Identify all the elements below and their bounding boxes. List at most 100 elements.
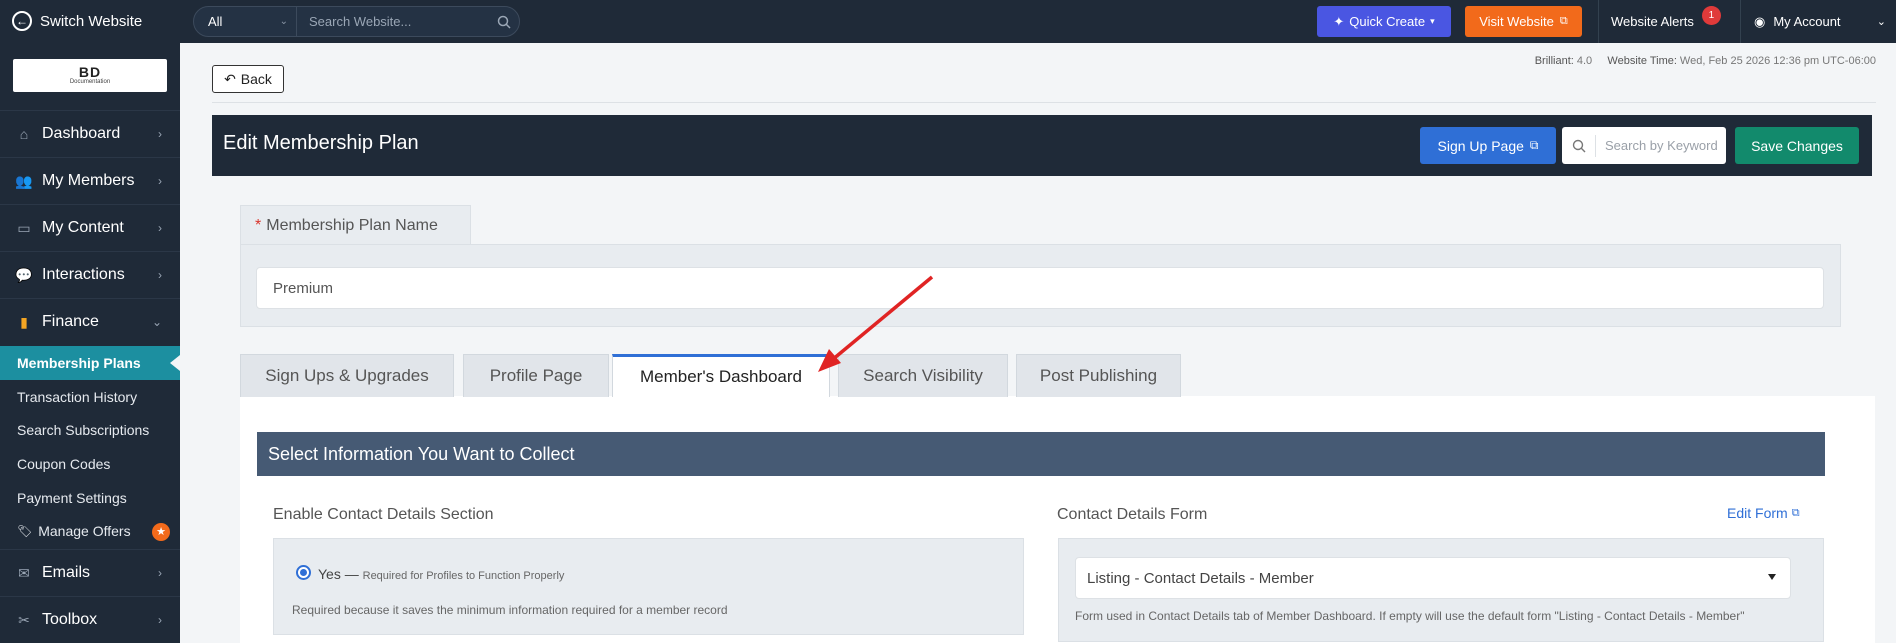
tab-members-dashboard[interactable]: Member's Dashboard — [612, 354, 830, 397]
website-alerts-label: Website Alerts — [1611, 14, 1694, 29]
sidebar-item-toolbox[interactable]: ✂ Toolbox › — [0, 596, 180, 643]
tab-profile-page[interactable]: Profile Page — [463, 354, 609, 397]
external-link-icon: ⧉ — [1559, 15, 1568, 27]
my-account-label: My Account — [1773, 14, 1841, 29]
chat-icon: 💬 — [15, 266, 33, 283]
divider — [212, 102, 1876, 103]
section-header: Select Information You Want to Collect — [257, 432, 1825, 476]
tab-search-visibility[interactable]: Search Visibility — [838, 354, 1008, 397]
switch-website-label: Switch Website — [40, 12, 143, 30]
website-alerts-button[interactable]: Website Alerts 1 — [1598, 0, 1728, 43]
form-select-value: Listing - Contact Details - Member — [1087, 569, 1314, 587]
star-icon: ★ — [152, 523, 170, 541]
logo-text: BD — [78, 64, 102, 80]
sidebar-subitem-payment-settings[interactable]: Payment Settings — [0, 481, 180, 515]
form-help-text: Form used in Contact Details tab of Memb… — [1075, 609, 1745, 623]
chevron-down-icon: ⌄ — [1876, 16, 1886, 28]
sidebar-subitem-coupon-codes[interactable]: Coupon Codes — [0, 447, 180, 481]
logo-subtext: Documentation — [69, 79, 111, 85]
sidebar-subitem-search-subscriptions[interactable]: Search Subscriptions — [0, 413, 180, 447]
sidebar-item-label: My Content — [42, 219, 124, 236]
save-changes-button[interactable]: Save Changes — [1735, 127, 1859, 164]
arrow-left-circle-icon: ← — [12, 11, 32, 31]
chevron-right-icon: › — [158, 127, 162, 141]
edit-form-link[interactable]: Edit Form ⧉ — [1727, 505, 1800, 521]
contact-details-form-select[interactable]: Listing - Contact Details - Member — [1075, 557, 1791, 599]
chevron-down-icon: ⌄ — [151, 315, 162, 329]
home-icon: ⌂ — [19, 126, 29, 142]
external-link-icon: ⧉ — [1791, 506, 1800, 519]
caret-down-icon — [1768, 574, 1776, 580]
sidebar-item-label: Finance — [42, 313, 99, 330]
sidebar-subitem-transaction-history[interactable]: Transaction History — [0, 380, 180, 414]
folder-icon: ▭ — [17, 219, 31, 236]
sidebar-subitem-membership-plans[interactable]: Membership Plans — [0, 346, 180, 380]
back-button[interactable]: ↶ Back — [212, 65, 284, 93]
chevron-right-icon: › — [158, 174, 162, 188]
external-link-icon: ⧉ — [1529, 138, 1539, 152]
search-icon[interactable] — [489, 7, 519, 36]
envelope-icon: ✉ — [18, 564, 30, 581]
tab-post-publishing[interactable]: Post Publishing — [1016, 354, 1181, 397]
sign-up-page-label: Sign Up Page — [1437, 137, 1524, 154]
contact-details-form-label: Contact Details Form — [1057, 506, 1208, 523]
search-scope-value: All — [208, 14, 223, 29]
back-label: Back — [240, 71, 272, 87]
sidebar-item-my-members[interactable]: 👥 My Members › — [0, 157, 180, 204]
visit-website-button[interactable]: Visit Website ⧉ — [1465, 6, 1582, 37]
keyword-search-input[interactable]: Search by Keyword — [1562, 127, 1726, 164]
undo-arrow-icon: ↶ — [224, 70, 236, 87]
tab-sign-ups-upgrades[interactable]: Sign Ups & Upgrades — [240, 354, 454, 397]
sidebar-item-interactions[interactable]: 💬 Interactions › — [0, 251, 180, 298]
website-search: All ⌄ Search Website... — [193, 6, 520, 37]
version-and-time: Brilliant: 4.0 Website Time: Wed, Feb 25 2… — [1535, 55, 1876, 67]
website-time-value: Wed, Feb 25 2026 12:36 pm UTC-06:00 — [1679, 55, 1876, 67]
radio-yes-note: Required for Profiles to Function Proper… — [362, 570, 565, 582]
sign-up-page-button[interactable]: Sign Up Page ⧉ — [1420, 127, 1556, 164]
website-time-label: Website Time: — [1607, 55, 1677, 67]
brilliant-value: 4.0 — [1576, 55, 1593, 67]
site-logo[interactable]: BD Documentation — [13, 59, 167, 92]
quick-create-button[interactable]: ✦ Quick Create ▾ — [1317, 6, 1451, 37]
plan-name-label-text: Membership Plan Name — [266, 216, 438, 234]
users-icon: 👥 — [15, 172, 33, 189]
sidebar-item-emails[interactable]: ✉ Emails › — [0, 549, 180, 596]
sidebar-item-label: Toolbox — [42, 611, 98, 628]
plan-name-label: * Membership Plan Name — [240, 205, 471, 245]
plan-name-input[interactable]: Premium — [256, 267, 1824, 309]
chevron-right-icon: › — [158, 221, 162, 235]
sparkle-icon: ✦ — [1333, 13, 1345, 29]
top-bar: ← Switch Website All ⌄ Search Website...… — [0, 0, 1896, 43]
page-title: Edit Membership Plan — [223, 132, 419, 154]
sidebar-item-my-content[interactable]: ▭ My Content › — [0, 204, 180, 251]
tag-icon: 🏷 — [17, 524, 33, 538]
required-marker: * — [255, 216, 262, 234]
radio-help-text: Required because it saves the minimum in… — [292, 603, 728, 617]
sidebar-subitem-label: Manage Offers — [38, 523, 131, 539]
enable-contact-details-label: Enable Contact Details Section — [273, 506, 494, 523]
user-circle-icon: ◉ — [1754, 13, 1766, 29]
search-input[interactable]: Search Website... — [297, 7, 489, 36]
sidebar-item-label: Emails — [42, 564, 91, 581]
yes-radio[interactable] — [296, 565, 311, 580]
switch-website-link[interactable]: ← Switch Website — [12, 11, 142, 31]
search-scope-select[interactable]: All ⌄ — [194, 7, 297, 36]
visit-website-label: Visit Website — [1479, 14, 1554, 29]
keyword-search-placeholder: Search by Keyword — [1605, 138, 1718, 153]
enable-contact-details-box — [273, 538, 1024, 635]
chevron-right-icon: › — [158, 566, 162, 580]
chevron-down-icon: ⌄ — [279, 16, 288, 27]
search-icon — [1562, 134, 1596, 157]
tools-icon: ✂ — [18, 611, 30, 628]
sidebar-subitem-manage-offers[interactable]: 🏷 Manage Offers ★ — [0, 514, 180, 548]
edit-form-label: Edit Form — [1727, 505, 1788, 521]
sidebar-item-dashboard[interactable]: ⌂ Dashboard › — [0, 110, 180, 157]
sidebar-item-label: Dashboard — [42, 125, 121, 142]
brilliant-label: Brilliant: — [1534, 55, 1574, 67]
chevron-down-icon: ▾ — [1430, 16, 1435, 26]
my-account-menu[interactable]: ◉ My Account ⌄ — [1740, 0, 1896, 43]
sidebar-item-finance[interactable]: ▮ Finance ⌄ — [0, 298, 180, 345]
bar-chart-icon: ▮ — [20, 313, 28, 330]
alerts-count-badge: 1 — [1701, 6, 1721, 25]
chevron-right-icon: › — [158, 613, 162, 627]
